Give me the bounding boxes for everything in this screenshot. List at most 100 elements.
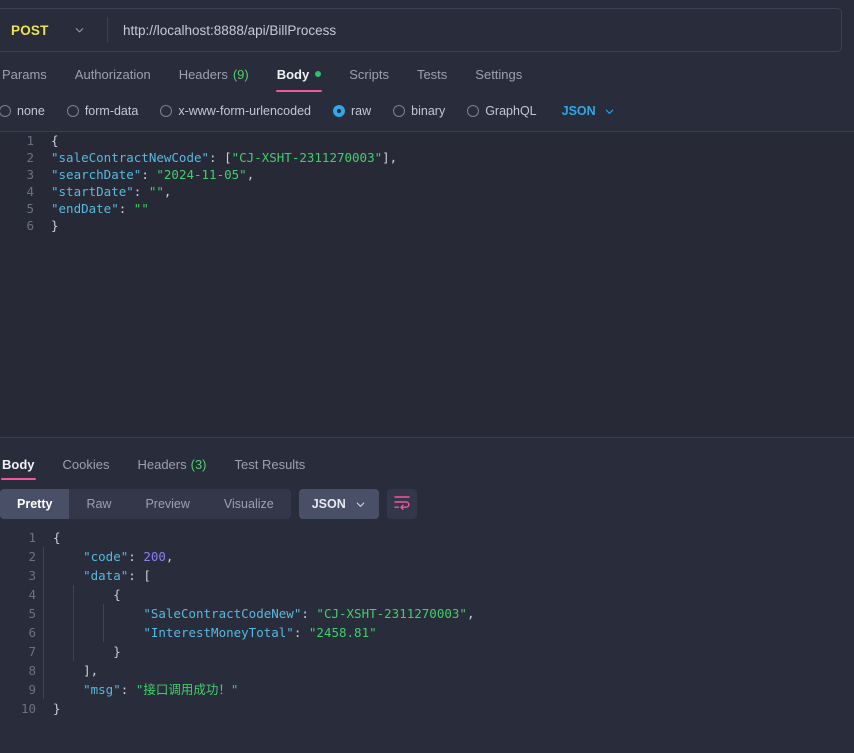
body-type-graphql[interactable]: GraphQL [456, 104, 547, 118]
body-type-form-data[interactable]: form-data [56, 104, 150, 118]
code-line: 3 "searchDate": "2024-11-05", [0, 166, 854, 183]
code-text: } [51, 218, 59, 233]
word-wrap-button[interactable] [386, 489, 417, 519]
indent-guide [43, 680, 44, 699]
response-tab-body[interactable]: Body [0, 452, 49, 480]
chevron-down-icon [355, 499, 366, 510]
code-line: 2 "code": 200, [0, 547, 854, 566]
view-mode-raw[interactable]: Raw [69, 489, 128, 519]
body-format-selector[interactable]: JSON [552, 104, 625, 118]
line-number: 3 [28, 568, 36, 583]
line-number: 3 [26, 167, 34, 182]
body-type-label: raw [351, 104, 372, 118]
code-line: 10} [0, 699, 854, 718]
line-number: 6 [26, 218, 34, 233]
response-tab-cookies[interactable]: Cookies [49, 452, 124, 476]
line-number: 2 [26, 150, 34, 165]
tab-settings[interactable]: Settings [461, 60, 536, 88]
code-text: { [42, 585, 121, 604]
chevron-down-icon [74, 25, 85, 36]
code-line: 5 "endDate": "" [0, 200, 854, 217]
view-mode-visualize[interactable]: Visualize [207, 489, 291, 519]
code-text: { [53, 530, 61, 545]
body-type-label: GraphQL [485, 104, 537, 118]
view-mode-label: Visualize [223, 497, 274, 511]
response-tab-headers[interactable]: Headers (3) [123, 452, 220, 476]
indent-guide [73, 604, 74, 623]
tab-tests[interactable]: Tests [403, 60, 461, 88]
code-line: 7 } [0, 642, 854, 661]
code-text: "endDate": "" [51, 201, 149, 216]
radio-icon [0, 105, 11, 117]
response-pane: Body Cookies Headers (3) Test Results Pr… [0, 438, 854, 753]
code-text: "InterestMoneyTotal": "2458.81" [42, 623, 377, 642]
indent-guide [73, 585, 74, 604]
indent-guide [43, 623, 44, 642]
url-input[interactable]: http://localhost:8888/api/BillProcess [108, 9, 841, 51]
code-line: 1{ [0, 528, 854, 547]
http-method-selector[interactable]: POST [0, 9, 107, 51]
chevron-down-icon [604, 106, 615, 117]
request-body-editor[interactable]: 1{2 "saleContractNewCode": ["CJ-XSHT-2311… [0, 132, 854, 435]
body-type-urlencoded[interactable]: x-www-form-urlencoded [149, 104, 322, 118]
body-format-label: JSON [561, 104, 596, 118]
indent-guide [43, 547, 44, 566]
body-type-binary[interactable]: binary [382, 104, 456, 118]
code-line: 4 { [0, 585, 854, 604]
radio-icon [467, 105, 480, 117]
code-text: "SaleContractCodeNew": "CJ-XSHT-23112700… [42, 604, 474, 623]
body-type-label: x-www-form-urlencoded [178, 104, 311, 118]
code-text: "msg": "接口调用成功！" [42, 680, 238, 699]
code-line: 3 "data": [ [0, 566, 854, 585]
indent-guide [43, 604, 44, 623]
response-tabs: Body Cookies Headers (3) Test Results [0, 452, 320, 480]
postman-window: POST http://localhost:8888/api/BillProce… [0, 0, 854, 753]
tab-headers[interactable]: Headers (9) [165, 60, 263, 88]
response-tab-test-results[interactable]: Test Results [221, 452, 320, 476]
code-text: ], [42, 661, 98, 680]
view-mode-pretty[interactable]: Pretty [0, 489, 70, 519]
body-type-label: form-data [84, 104, 139, 118]
response-view-modes: Pretty Raw Preview Visualize [0, 489, 291, 519]
line-number: 9 [28, 682, 36, 697]
code-text: } [53, 701, 61, 716]
code-line: 2 "saleContractNewCode": ["CJ-XSHT-231127… [0, 149, 854, 166]
tab-params[interactable]: Params [0, 60, 61, 88]
code-text: "startDate": "", [51, 184, 172, 199]
line-number: 1 [28, 530, 36, 545]
tab-scripts[interactable]: Scripts [335, 60, 403, 88]
code-text: { [51, 133, 59, 148]
request-pane: POST http://localhost:8888/api/BillProce… [0, 0, 854, 437]
view-mode-preview[interactable]: Preview [128, 489, 206, 519]
tab-body[interactable]: Body [263, 60, 336, 92]
view-mode-label: Pretty [17, 497, 53, 511]
line-number: 6 [28, 625, 36, 640]
http-method-label: POST [11, 22, 49, 38]
response-format-selector[interactable]: JSON [298, 489, 379, 519]
indent-guide [73, 623, 74, 642]
indent-guide [43, 642, 44, 661]
radio-icon [66, 105, 79, 117]
indent-guide [43, 661, 44, 680]
tab-authorization[interactable]: Authorization [61, 60, 165, 88]
indent-guide [103, 623, 104, 642]
code-line: 8 ], [0, 661, 854, 680]
body-type-label: none [17, 104, 45, 118]
tab-label: Scripts [349, 66, 389, 82]
tab-label: Body [2, 456, 35, 472]
body-type-none[interactable]: none [0, 104, 56, 118]
view-mode-label: Preview [145, 497, 190, 511]
tab-label: Headers [137, 456, 187, 472]
line-number: 7 [28, 644, 36, 659]
line-number: 8 [28, 663, 36, 678]
word-wrap-icon [393, 494, 411, 515]
active-tab-indicator [1, 478, 36, 480]
line-number: 2 [28, 549, 36, 564]
indent-guide [43, 566, 44, 585]
radio-selected-icon [333, 105, 345, 117]
response-body-viewer[interactable]: 1{2 "code": 200, 3 "data": [4 {5 "SaleCon… [0, 528, 854, 753]
body-type-raw[interactable]: raw [322, 104, 382, 118]
response-headers-count: (3) [190, 456, 207, 472]
code-line: 4 "startDate": "", [0, 183, 854, 200]
code-line: 6} [0, 217, 854, 234]
